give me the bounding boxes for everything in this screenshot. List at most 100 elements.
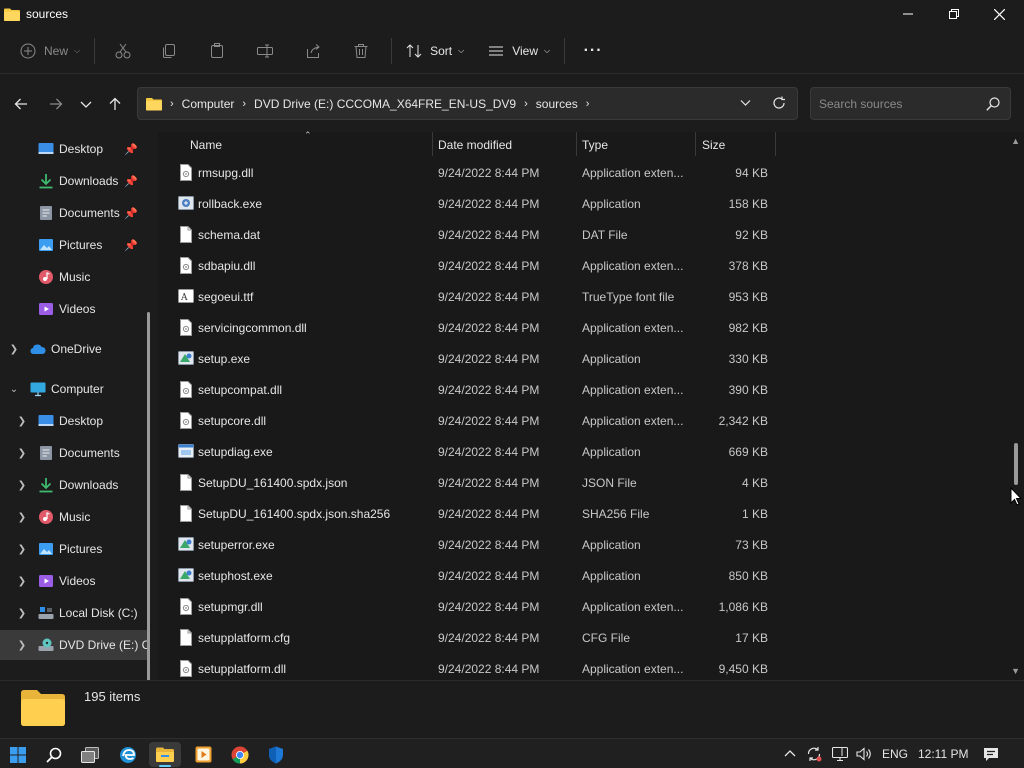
file-row[interactable]: sdbapiu.dll 9/24/2022 8:44 PM Application … bbox=[172, 250, 932, 281]
file-row[interactable]: setupmgr.dll 9/24/2022 8:44 PM Application… bbox=[172, 591, 932, 622]
chevron-right-icon[interactable]: ❯ bbox=[16, 416, 28, 427]
chevron-right-icon[interactable]: ❯ bbox=[16, 448, 28, 459]
column-divider[interactable] bbox=[695, 132, 696, 156]
tray-sync-icon[interactable] bbox=[806, 739, 822, 768]
address-bar[interactable]: › Computer › DVD Drive (E:) CCCOMA_X64FR… bbox=[137, 87, 798, 120]
nav-scrollbar[interactable] bbox=[147, 312, 150, 680]
scroll-down-icon[interactable]: ▼ bbox=[1011, 666, 1020, 676]
chevron-right-icon[interactable]: ❯ bbox=[16, 480, 28, 491]
nav-item-desktop[interactable]: ❯ Desktop bbox=[0, 406, 148, 436]
chevron-right-icon[interactable]: ❯ bbox=[16, 576, 28, 587]
breadcrumb-computer[interactable]: Computer bbox=[182, 97, 235, 111]
column-divider[interactable] bbox=[432, 132, 433, 156]
file-row[interactable]: setupdiag.exe 9/24/2022 8:44 PM Applicatio… bbox=[172, 436, 932, 467]
column-divider[interactable] bbox=[775, 132, 776, 156]
file-row[interactable]: rmsupg.dll 9/24/2022 8:44 PM Application e… bbox=[172, 157, 932, 188]
search-icon[interactable] bbox=[986, 97, 1000, 111]
column-label: Size bbox=[702, 138, 726, 152]
cut-button[interactable] bbox=[101, 35, 145, 67]
share-button[interactable] bbox=[289, 35, 337, 67]
file-row[interactable]: setuperror.exe 9/24/2022 8:44 PM Applicati… bbox=[172, 529, 932, 560]
back-button[interactable] bbox=[9, 92, 33, 116]
file-row[interactable]: rollback.exe 9/24/2022 8:44 PM Application… bbox=[172, 188, 932, 219]
show-hidden-icons-button[interactable] bbox=[784, 739, 796, 768]
file-row[interactable]: servicingcommon.dll 9/24/2022 8:44 PM Appl… bbox=[172, 312, 932, 343]
notifications-button[interactable] bbox=[983, 739, 999, 768]
nav-item-local-disk[interactable]: ❯ Local Disk (C:) bbox=[0, 598, 148, 628]
view-button[interactable]: View ⌵ bbox=[480, 35, 558, 67]
file-row[interactable]: setupplatform.cfg 9/24/2022 8:44 PM CFG Fi… bbox=[172, 622, 932, 653]
file-row[interactable]: SetupDU_161400.spdx.json 9/24/2022 8:44 P… bbox=[172, 467, 932, 498]
breadcrumb-dvd-drive[interactable]: DVD Drive (E:) CCCOMA_X64FRE_EN-US_DV9 bbox=[254, 97, 516, 111]
new-button[interactable]: New ⌵ bbox=[12, 35, 88, 67]
sort-label: Sort bbox=[430, 43, 453, 58]
nav-item-quick-pictures[interactable]: Pictures 📌 bbox=[0, 230, 148, 260]
start-button[interactable] bbox=[2, 742, 34, 767]
nav-item-quick-downloads[interactable]: Downloads 📌 bbox=[0, 166, 148, 196]
scroll-up-icon[interactable]: ▲ bbox=[1011, 136, 1020, 146]
refresh-button[interactable] bbox=[772, 96, 786, 113]
file-row[interactable]: schema.dat 9/24/2022 8:44 PM DAT File 92 KB bbox=[172, 219, 932, 250]
file-list-scrollbar-thumb[interactable] bbox=[1014, 443, 1018, 485]
taskbar-chrome[interactable] bbox=[224, 742, 256, 767]
recent-locations-button[interactable] bbox=[74, 92, 98, 116]
chevron-right-icon[interactable]: ❯ bbox=[8, 344, 20, 355]
address-history-button[interactable] bbox=[740, 97, 751, 111]
file-row[interactable]: setupcompat.dll 9/24/2022 8:44 PM Applicat… bbox=[172, 374, 932, 405]
up-button[interactable] bbox=[103, 92, 127, 116]
file-row[interactable]: setupcore.dll 9/24/2022 8:44 PM Applicatio… bbox=[172, 405, 932, 436]
nav-item-music[interactable]: ❯ Music bbox=[0, 502, 148, 532]
chevron-right-icon[interactable]: ❯ bbox=[16, 640, 28, 651]
clock[interactable]: 12:11 PM bbox=[918, 739, 968, 768]
file-name: segoeui.ttf bbox=[198, 290, 254, 304]
nav-item-documents[interactable]: ❯ Documents bbox=[0, 438, 148, 468]
nav-item-quick-desktop[interactable]: Desktop 📌 bbox=[0, 134, 148, 164]
nav-item-computer[interactable]: ⌄ Computer bbox=[0, 374, 148, 404]
chevron-down-icon[interactable]: ⌄ bbox=[8, 384, 20, 395]
file-row[interactable]: setup.exe 9/24/2022 8:44 PM Application 330… bbox=[172, 343, 932, 374]
column-divider[interactable] bbox=[576, 132, 577, 156]
nav-item-onedrive[interactable]: ❯ OneDrive bbox=[0, 334, 148, 364]
taskbar-media-player[interactable] bbox=[187, 742, 219, 767]
file-type: Application bbox=[582, 352, 641, 366]
taskbar-defender[interactable] bbox=[260, 742, 292, 767]
see-more-button[interactable]: ··· bbox=[571, 35, 615, 67]
taskbar-file-explorer[interactable] bbox=[149, 742, 181, 767]
chevron-right-icon[interactable]: ❯ bbox=[16, 608, 28, 619]
taskbar-edge[interactable] bbox=[112, 742, 144, 767]
rename-button[interactable] bbox=[241, 35, 289, 67]
column-header-type[interactable]: Type bbox=[582, 132, 608, 158]
nav-item-quick-music[interactable]: Music bbox=[0, 262, 148, 292]
minimize-button[interactable] bbox=[885, 0, 931, 28]
forward-button[interactable] bbox=[44, 92, 68, 116]
language-indicator[interactable]: ENG bbox=[882, 739, 908, 768]
column-header-date[interactable]: Date modified bbox=[438, 132, 512, 158]
file-row[interactable]: Asegoeui.ttf 9/24/2022 8:44 PM TrueType fo… bbox=[172, 281, 932, 312]
nav-item-downloads[interactable]: ❯ Downloads bbox=[0, 470, 148, 500]
dll-file-icon bbox=[178, 598, 194, 615]
nav-item-dvd-drive[interactable]: ❯ DVD Drive (E:) C bbox=[0, 630, 148, 660]
close-button[interactable] bbox=[976, 0, 1022, 28]
chevron-right-icon[interactable]: ❯ bbox=[16, 512, 28, 523]
delete-button[interactable] bbox=[337, 35, 385, 67]
restore-button[interactable] bbox=[931, 0, 977, 28]
nav-item-videos[interactable]: ❯ Videos bbox=[0, 566, 148, 596]
search-box[interactable] bbox=[810, 87, 1011, 120]
nav-item-quick-documents[interactable]: Documents 📌 bbox=[0, 198, 148, 228]
tray-volume-icon[interactable] bbox=[856, 739, 872, 768]
column-header-name[interactable]: Name bbox=[190, 132, 222, 158]
chevron-right-icon[interactable]: ❯ bbox=[16, 544, 28, 555]
paste-button[interactable] bbox=[193, 35, 241, 67]
breadcrumb-sources[interactable]: sources bbox=[536, 97, 578, 111]
tray-network-icon[interactable] bbox=[832, 739, 848, 768]
column-header-size[interactable]: Size bbox=[702, 132, 725, 158]
search-input[interactable] bbox=[811, 96, 971, 111]
file-row[interactable]: setuphost.exe 9/24/2022 8:44 PM Applicatio… bbox=[172, 560, 932, 591]
task-view-button[interactable] bbox=[74, 742, 106, 767]
nav-item-quick-videos[interactable]: Videos bbox=[0, 294, 148, 324]
sort-button[interactable]: Sort ⌵ bbox=[398, 35, 472, 67]
copy-button[interactable] bbox=[145, 35, 193, 67]
file-row[interactable]: SetupDU_161400.spdx.json.sha256 9/24/2022… bbox=[172, 498, 932, 529]
nav-item-pictures[interactable]: ❯ Pictures bbox=[0, 534, 148, 564]
taskbar-search-button[interactable] bbox=[38, 742, 70, 767]
